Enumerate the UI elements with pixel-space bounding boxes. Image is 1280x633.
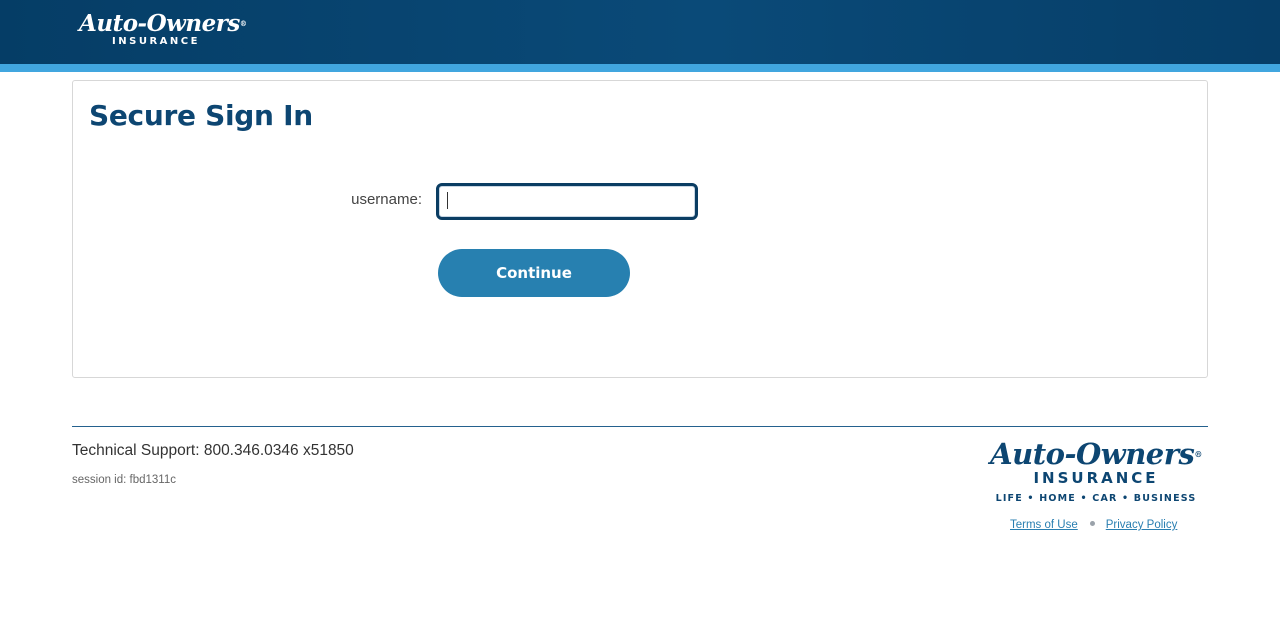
footer-logo-wordmark: Auto-Owners® bbox=[990, 437, 1202, 471]
footer-logo-subtitle: INSURANCE bbox=[1033, 469, 1159, 487]
site-header: Auto-Owners® INSURANCE bbox=[0, 0, 1280, 64]
footer-links: Terms of Use Privacy Policy bbox=[1010, 519, 1177, 531]
header-accent-stripe bbox=[0, 64, 1280, 72]
username-input[interactable] bbox=[436, 183, 698, 220]
header-logo-subtitle: INSURANCE bbox=[112, 36, 200, 47]
footer-divider bbox=[72, 426, 1208, 427]
footer-logo-tagline: LIFE • HOME • CAR • BUSINESS bbox=[995, 493, 1197, 504]
technical-support-text: Technical Support: 800.346.0346 x51850 bbox=[72, 442, 354, 459]
page-title: Secure Sign In bbox=[89, 99, 313, 132]
username-label: username: bbox=[351, 191, 422, 208]
privacy-policy-link[interactable]: Privacy Policy bbox=[1106, 519, 1178, 531]
separator-dot-icon bbox=[1089, 521, 1095, 527]
header-logo-wordmark: Auto-Owners® bbox=[79, 10, 247, 37]
footer-logo: Auto-Owners® INSURANCE LIFE • HOME • CAR… bbox=[985, 438, 1207, 510]
terms-of-use-link[interactable]: Terms of Use bbox=[1010, 519, 1078, 531]
session-id-text: session id: fbd1311c bbox=[72, 474, 176, 486]
header-logo[interactable]: Auto-Owners® INSURANCE bbox=[79, 10, 247, 52]
text-caret bbox=[447, 192, 448, 209]
sign-in-card: Secure Sign In username: Continue bbox=[72, 80, 1208, 378]
continue-button[interactable]: Continue bbox=[438, 249, 630, 297]
